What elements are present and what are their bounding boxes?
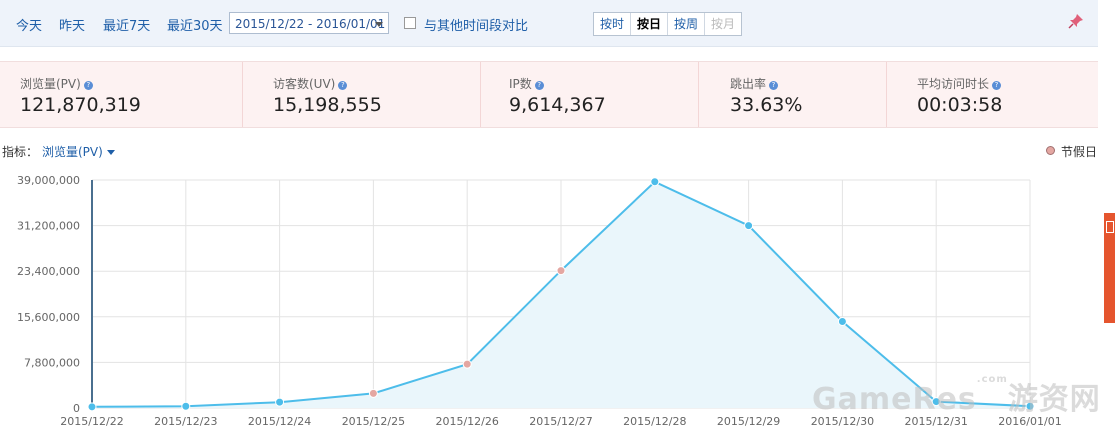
granularity-day-button[interactable]: 按日 bbox=[631, 13, 669, 35]
metric-value: 00:03:58 bbox=[917, 94, 1003, 116]
metric-label: 平均访问时长 bbox=[917, 77, 990, 91]
help-icon[interactable]: ? bbox=[83, 81, 93, 90]
metric-label: 浏览量(PV) bbox=[20, 77, 81, 91]
help-icon[interactable]: ? bbox=[992, 81, 1002, 90]
data-point bbox=[744, 221, 754, 231]
watermark-sub: 游资网 bbox=[1007, 382, 1101, 417]
x-tick-label: 2015/12/22 bbox=[60, 415, 123, 427]
pin-icon[interactable] bbox=[1068, 13, 1084, 29]
watermark: GameRes.com游资网 bbox=[812, 374, 1101, 418]
data-point bbox=[650, 177, 660, 187]
help-icon[interactable]: ? bbox=[534, 81, 544, 90]
metric-avg-duration: 平均访问时长? 00:03:58 bbox=[886, 62, 1098, 127]
range-last7-link[interactable]: 最近7天 bbox=[103, 15, 150, 34]
date-range-value: 2015/12/22 - 2016/01/01 bbox=[235, 17, 386, 31]
metric-label: IP数 bbox=[509, 77, 532, 91]
metric-pv: 浏览量(PV)? 121,870,319 bbox=[0, 62, 243, 127]
granularity-hour-button[interactable]: 按时 bbox=[594, 13, 632, 35]
y-tick-label: 39,000,000 bbox=[17, 174, 80, 187]
x-tick-label: 2015/12/24 bbox=[248, 415, 311, 427]
metric-value: 121,870,319 bbox=[20, 94, 141, 116]
data-point bbox=[181, 401, 191, 411]
metric-label: 跳出率 bbox=[730, 77, 767, 91]
holiday-point bbox=[368, 388, 378, 398]
chevron-down-icon bbox=[375, 22, 383, 27]
granularity-switch: 按时 按日 按周 按月 bbox=[593, 12, 743, 36]
x-tick-label: 2015/12/23 bbox=[154, 415, 217, 427]
compare-checkbox[interactable] bbox=[404, 17, 416, 29]
indicator-select[interactable]: 浏览量(PV) bbox=[42, 143, 115, 160]
metric-uv: 访客数(UV)? 15,198,555 bbox=[242, 62, 481, 127]
holiday-point bbox=[462, 359, 472, 369]
y-tick-label: 7,800,000 bbox=[24, 356, 80, 369]
help-icon[interactable]: ? bbox=[769, 81, 779, 90]
y-tick-label: 0 bbox=[73, 402, 80, 415]
range-today-link[interactable]: 今天 bbox=[16, 15, 42, 34]
x-tick-label: 2015/12/25 bbox=[342, 415, 405, 427]
range-last30-link[interactable]: 最近30天 bbox=[167, 15, 223, 34]
y-tick-label: 15,600,000 bbox=[17, 311, 80, 324]
metric-value: 15,198,555 bbox=[273, 94, 382, 116]
legend-holiday[interactable]: 节假日 bbox=[1046, 143, 1097, 160]
metric-value: 9,614,367 bbox=[509, 94, 606, 116]
watermark-text: GameRes bbox=[812, 382, 977, 417]
toolbar: 今天 昨天 最近7天 最近30天 2015/12/22 - 2016/01/01… bbox=[0, 0, 1098, 47]
indicator-value: 浏览量(PV) bbox=[42, 145, 103, 159]
feedback-side-tab[interactable] bbox=[1104, 213, 1115, 323]
metric-ip: IP数? 9,614,367 bbox=[480, 62, 699, 127]
metrics-bar: 浏览量(PV)? 121,870,319 访客数(UV)? 15,198,555… bbox=[0, 61, 1098, 128]
y-tick-label: 31,200,000 bbox=[17, 220, 80, 233]
compare-label[interactable]: 与其他时间段对比 bbox=[424, 15, 528, 34]
y-axis: 39,000,000 31,200,000 23,400,000 15,600,000… bbox=[17, 174, 93, 415]
metric-value: 33.63% bbox=[730, 94, 803, 116]
range-yesterday-link[interactable]: 昨天 bbox=[59, 15, 85, 34]
feedback-icon bbox=[1106, 221, 1114, 233]
y-tick-label: 23,400,000 bbox=[17, 265, 80, 278]
x-tick-label: 2015/12/28 bbox=[623, 415, 686, 427]
help-icon[interactable]: ? bbox=[338, 81, 348, 90]
granularity-week-button[interactable]: 按周 bbox=[668, 13, 706, 35]
chevron-down-icon bbox=[106, 150, 115, 155]
data-point bbox=[275, 397, 285, 407]
watermark-dot: .com bbox=[976, 374, 1008, 385]
data-point bbox=[87, 402, 97, 412]
metric-label: 访客数(UV) bbox=[273, 77, 336, 91]
date-range-select[interactable]: 2015/12/22 - 2016/01/01 bbox=[229, 12, 389, 34]
indicator-label: 指标： bbox=[2, 145, 39, 159]
granularity-month-button: 按月 bbox=[711, 17, 736, 31]
x-tick-label: 2015/12/27 bbox=[529, 415, 592, 427]
holiday-marker-icon bbox=[1046, 146, 1055, 155]
x-tick-label: 2015/12/26 bbox=[435, 415, 498, 427]
data-point bbox=[837, 316, 847, 326]
holiday-point bbox=[556, 266, 566, 276]
metric-bounce-rate: 跳出率? 33.63% bbox=[698, 62, 887, 127]
legend-holiday-label: 节假日 bbox=[1061, 145, 1098, 159]
x-tick-label: 2015/12/29 bbox=[717, 415, 780, 427]
